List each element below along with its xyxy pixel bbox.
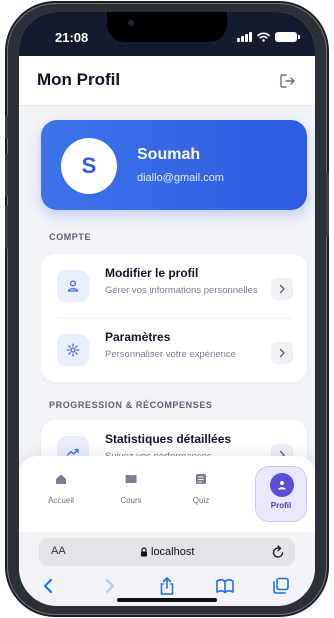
tab-label: Profil <box>270 501 292 510</box>
section-label-progress: PROGRESSION & RÉCOMPENSES <box>49 400 213 410</box>
browser-tools <box>19 576 315 598</box>
avatar: S <box>61 138 117 194</box>
settings-subtitle: Personnaliser votre expérience <box>105 349 236 360</box>
phone-screen: 21:08 Mon Profil S Soumah diallo@gmail.c… <box>19 12 315 606</box>
volume-down-button <box>5 205 8 249</box>
gear-icon <box>57 334 89 366</box>
chevron-right-icon[interactable] <box>271 342 293 364</box>
back-icon[interactable] <box>39 576 59 596</box>
notch <box>107 12 227 42</box>
settings-title: Paramètres <box>105 330 171 344</box>
bookmarks-icon[interactable] <box>215 576 235 596</box>
mute-switch <box>5 115 8 139</box>
tab-label: Cours <box>120 496 142 505</box>
home-icon <box>56 474 66 484</box>
browser-toolbar: AA localhost <box>19 532 315 606</box>
wifi-icon <box>257 32 270 42</box>
profile-email: diallo@gmail.com <box>137 172 224 184</box>
tab-home[interactable]: Accueil <box>35 466 87 522</box>
section-label-account: COMPTE <box>49 232 92 242</box>
url-text: localhost <box>151 546 195 558</box>
signal-icon <box>237 32 252 42</box>
statistics-title: Statistiques détaillées <box>105 432 232 446</box>
power-button <box>326 173 329 237</box>
book-icon <box>125 475 137 484</box>
lock-icon <box>141 547 147 557</box>
user-icon <box>57 270 89 302</box>
tab-quiz[interactable]: Quiz <box>175 466 227 522</box>
profile-name: Soumah <box>137 146 201 163</box>
edit-profile-title: Modifier le profil <box>105 266 199 280</box>
status-icons <box>237 32 300 42</box>
chevron-right-icon[interactable] <box>271 278 293 300</box>
share-icon[interactable] <box>157 576 177 596</box>
edit-profile-subtitle: Gérer vos informations personnelles <box>105 285 258 296</box>
address-bar[interactable]: AA localhost <box>39 538 295 566</box>
page-title: Mon Profil <box>37 70 121 89</box>
reader-options-button[interactable]: AA <box>51 545 66 557</box>
volume-up-button <box>5 153 8 197</box>
logout-icon[interactable] <box>279 73 297 89</box>
tab-profile[interactable]: Profil <box>255 466 307 522</box>
settings-row[interactable]: Paramètres Personnaliser votre expérienc… <box>41 318 307 382</box>
page-header: Mon Profil <box>19 56 315 106</box>
account-group: Modifier le profil Gérer vos information… <box>41 254 307 382</box>
tabs-icon[interactable] <box>271 576 291 596</box>
tab-label: Accueil <box>48 496 74 505</box>
reload-icon[interactable] <box>271 544 285 560</box>
status-time: 21:08 <box>55 30 89 45</box>
forward-icon[interactable] <box>99 576 119 596</box>
battery-icon <box>275 32 300 42</box>
home-indicator <box>117 598 217 602</box>
profile-card: S Soumah diallo@gmail.com <box>41 120 307 210</box>
tab-courses[interactable]: Cours <box>105 466 157 522</box>
tab-label: Quiz <box>192 496 210 505</box>
camera-dot <box>128 20 134 26</box>
profile-icon <box>270 473 294 497</box>
edit-profile-row[interactable]: Modifier le profil Gérer vos information… <box>41 254 307 318</box>
quiz-icon <box>196 474 206 484</box>
tab-bar: Accueil Cours Quiz Profil <box>19 456 315 532</box>
status-bar: 21:08 <box>19 12 315 56</box>
